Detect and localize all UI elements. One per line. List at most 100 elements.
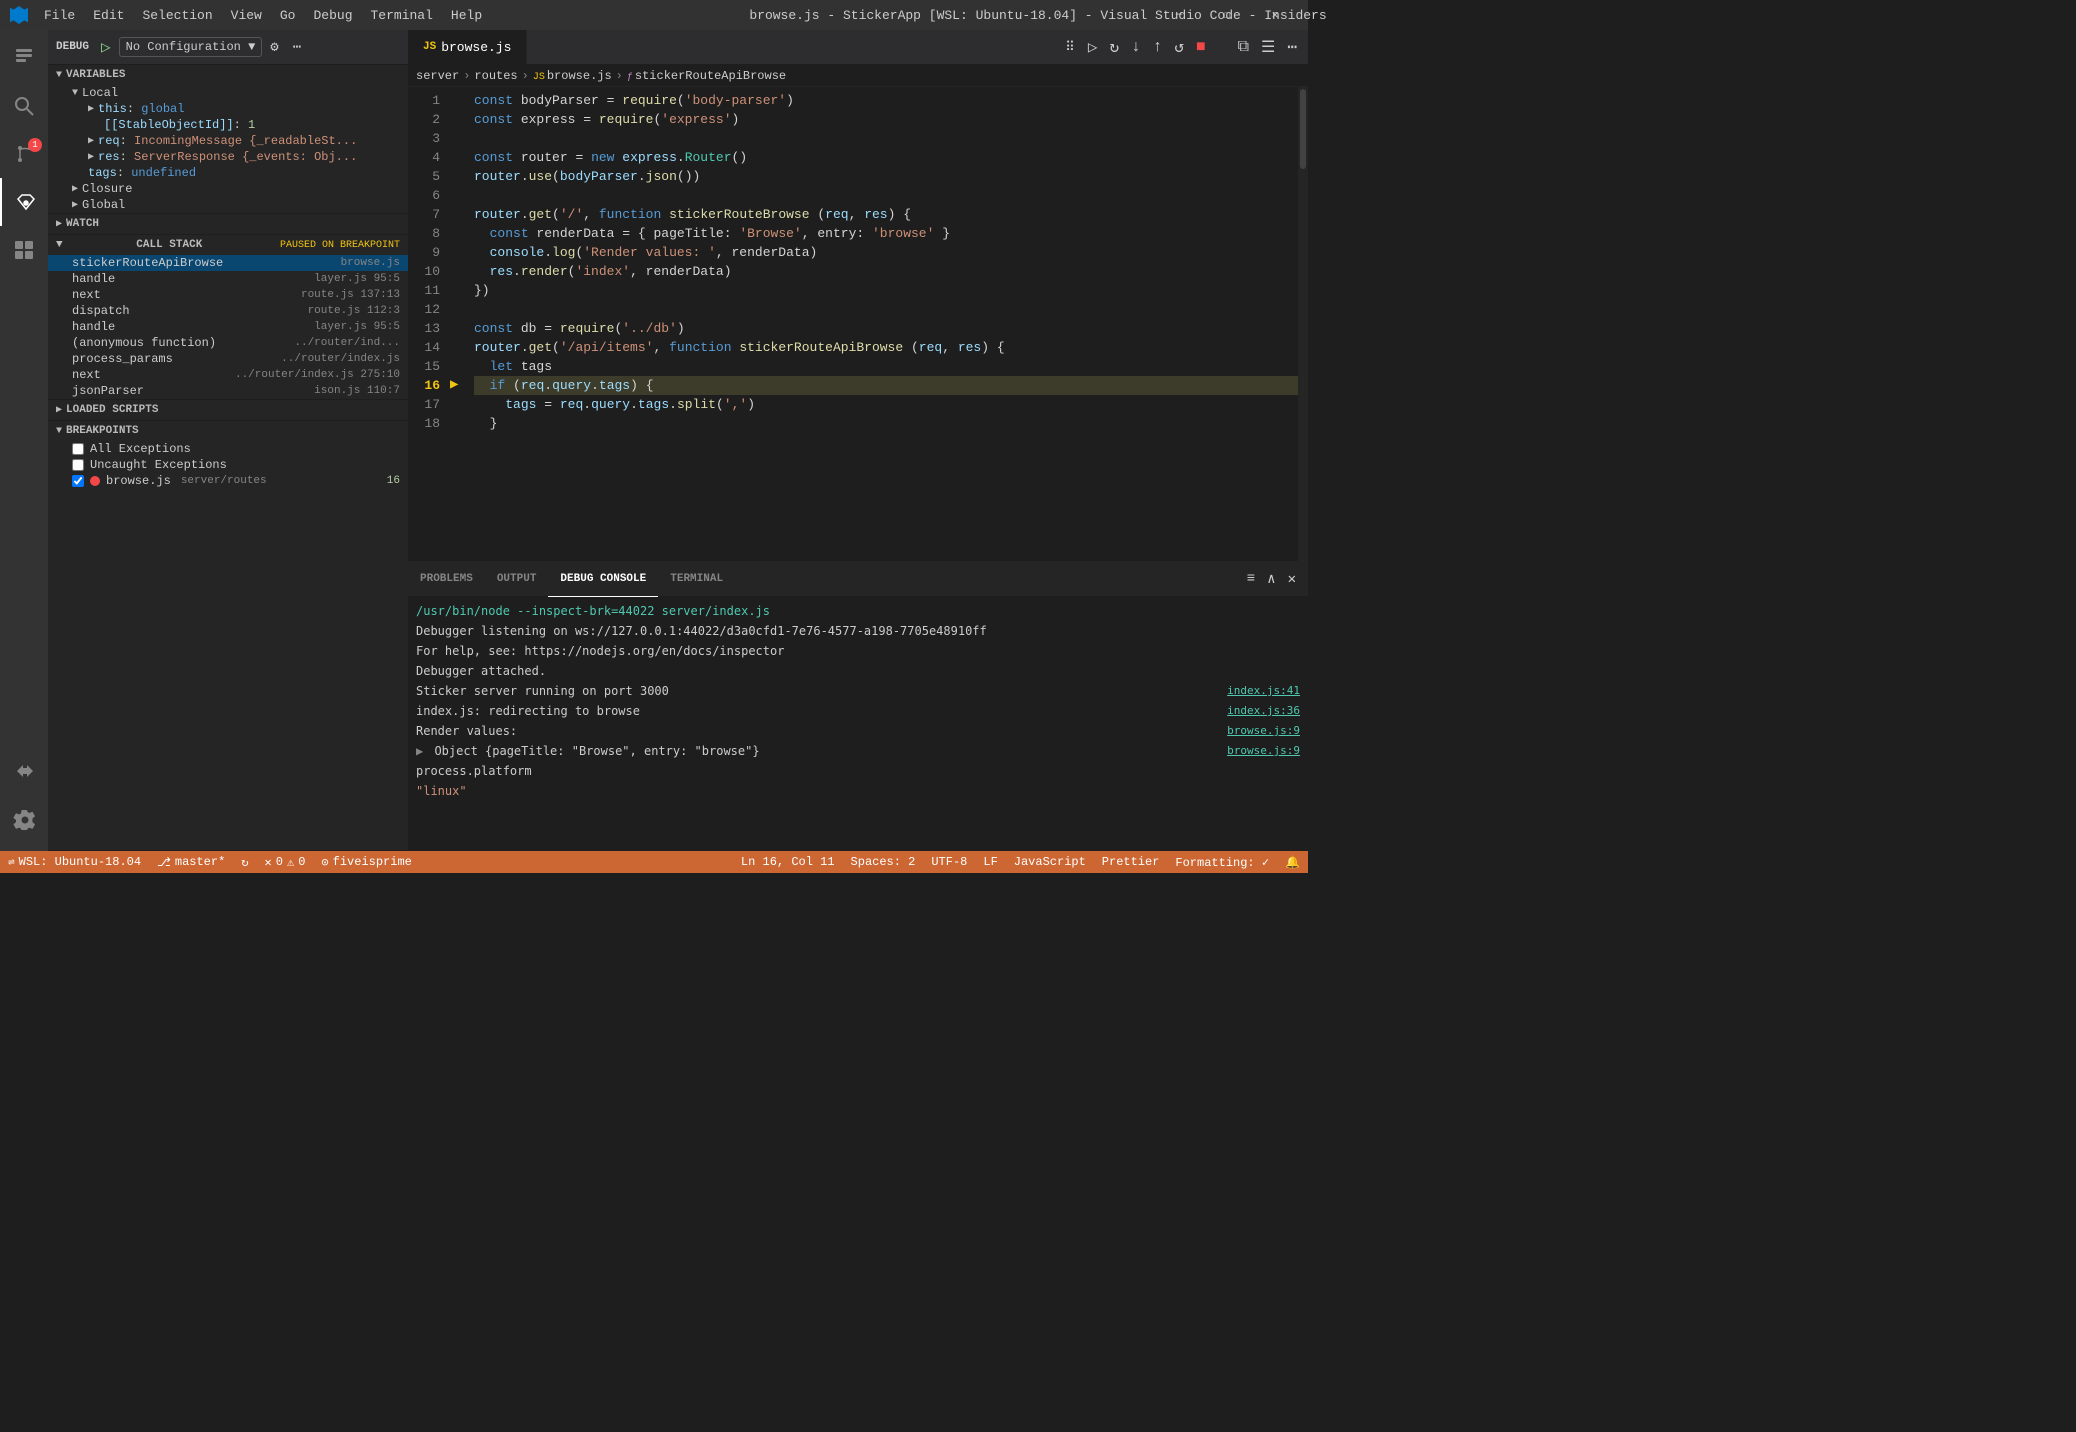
status-eol[interactable]: LF xyxy=(975,851,1005,873)
paused-badge: PAUSED ON BREAKPOINT xyxy=(280,240,400,251)
status-encoding[interactable]: UTF-8 xyxy=(923,851,975,873)
debug-continue-button[interactable]: ▷ xyxy=(1085,34,1101,60)
breadcrumb-function[interactable]: ƒstickerRouteApiBrowse xyxy=(627,69,786,83)
code-line-7: router.get('/', function stickerRouteBro… xyxy=(474,205,1298,224)
scrollbar-thumb[interactable] xyxy=(1300,89,1306,169)
menu-terminal[interactable]: Terminal xyxy=(363,6,441,25)
expand-icon[interactable]: ▶ xyxy=(416,744,423,758)
call-stack-item-2[interactable]: next route.js 137:13 xyxy=(48,287,408,303)
status-formatting[interactable]: Formatting: ✓ xyxy=(1167,851,1277,873)
menu-selection[interactable]: Selection xyxy=(134,6,220,25)
activity-extensions[interactable] xyxy=(0,226,48,274)
call-stack-section: ▼ CALL STACK PAUSED ON BREAKPOINT sticke… xyxy=(48,235,408,400)
status-position[interactable]: Ln 16, Col 11 xyxy=(733,851,843,873)
tab-debug-console[interactable]: DEBUG CONSOLE xyxy=(548,562,658,597)
debug-step-out-button[interactable]: ↑ xyxy=(1150,35,1166,59)
debug-config-dropdown[interactable]: No Configuration ▼ xyxy=(119,37,263,57)
error-icon: ✕ xyxy=(265,855,272,870)
debug-restart-button[interactable]: ↺ xyxy=(1171,34,1187,60)
call-stack-item-1[interactable]: handle layer.js 95:5 xyxy=(48,271,408,287)
more-actions-icon[interactable]: ⋯ xyxy=(1284,34,1300,60)
debug-start-button[interactable]: ▷ xyxy=(97,35,115,59)
variables-header[interactable]: ▼ VARIABLES xyxy=(48,65,408,85)
code-line-6 xyxy=(474,186,1298,205)
toggle-sidebar-icon[interactable]: ☰ xyxy=(1258,34,1278,60)
loaded-scripts-section: ▶ LOADED SCRIPTS xyxy=(48,400,408,421)
activity-debug[interactable] xyxy=(0,178,48,226)
collapse-panel-icon[interactable]: ∧ xyxy=(1263,569,1279,590)
editor-tab-browse-js[interactable]: JS browse.js xyxy=(408,30,527,65)
debug-step-into-button[interactable]: ↓ xyxy=(1128,35,1144,59)
var-tags[interactable]: tags: undefined xyxy=(48,165,408,181)
console-link-4[interactable]: index.js:41 xyxy=(1227,682,1300,700)
debug-console-content[interactable]: /usr/bin/node --inspect-brk=44022 server… xyxy=(408,597,1308,851)
status-wsl[interactable]: ⇌ WSL: Ubuntu-18.04 xyxy=(0,851,149,873)
activity-remote[interactable] xyxy=(0,747,48,795)
call-stack-item-3[interactable]: dispatch route.js 112:3 xyxy=(48,303,408,319)
loaded-scripts-header[interactable]: ▶ LOADED SCRIPTS xyxy=(48,400,408,420)
debug-more-icon[interactable]: ⋯ xyxy=(289,37,305,58)
call-stack-item-4[interactable]: handle layer.js 95:5 xyxy=(48,319,408,335)
tab-terminal[interactable]: TERMINAL xyxy=(658,562,735,597)
split-editor-icon[interactable]: ⧉ xyxy=(1235,35,1252,59)
closure-section[interactable]: ▶ Closure xyxy=(48,181,408,197)
drag-handle-icon: ⠿ xyxy=(1065,40,1075,55)
activity-git[interactable]: 1 xyxy=(0,130,48,178)
status-sync[interactable]: ↻ xyxy=(233,851,256,873)
breadcrumb-server[interactable]: server xyxy=(416,69,459,83)
var-stable-id[interactable]: [[StableObjectId]]: 1 xyxy=(48,117,408,133)
local-section[interactable]: ▼ Local xyxy=(48,85,408,101)
close-panel-icon[interactable]: ✕ xyxy=(1284,569,1300,590)
console-link-7[interactable]: browse.js:9 xyxy=(1227,742,1300,760)
menu-edit[interactable]: Edit xyxy=(85,6,132,25)
var-this[interactable]: ▶ this: global xyxy=(48,101,408,117)
breadcrumb-routes[interactable]: routes xyxy=(474,69,517,83)
console-link-6[interactable]: browse.js:9 xyxy=(1227,722,1300,740)
breakpoints-header[interactable]: ▼ BREAKPOINTS xyxy=(48,421,408,441)
bell-icon: 🔔 xyxy=(1285,855,1300,870)
var-req[interactable]: ▶ req: IncomingMessage {_readableSt... xyxy=(48,133,408,149)
debug-gutter: ▶ xyxy=(448,87,466,561)
editor-scrollbar[interactable] xyxy=(1298,87,1308,561)
menu-help[interactable]: Help xyxy=(443,6,490,25)
menu-go[interactable]: Go xyxy=(272,6,304,25)
call-stack-item-8[interactable]: jsonParser ison.js 110:7 xyxy=(48,383,408,399)
tab-problems[interactable]: PROBLEMS xyxy=(408,562,485,597)
status-formatter[interactable]: Prettier xyxy=(1094,851,1168,873)
global-section[interactable]: ▶ Global xyxy=(48,197,408,213)
bp-all-exceptions-check[interactable] xyxy=(72,443,84,455)
code-content[interactable]: const bodyParser = require('body-parser'… xyxy=(466,87,1298,561)
status-spaces[interactable]: Spaces: 2 xyxy=(843,851,924,873)
watch-header[interactable]: ▶ WATCH xyxy=(48,214,408,234)
status-branch[interactable]: ⎇ master* xyxy=(149,851,233,873)
tab-output[interactable]: OUTPUT xyxy=(485,562,549,597)
status-bell[interactable]: 🔔 xyxy=(1277,851,1308,873)
activity-settings[interactable] xyxy=(0,795,48,843)
debug-step-over-button[interactable]: ↻ xyxy=(1106,34,1122,60)
call-stack-item-5[interactable]: (anonymous function) ../router/ind... xyxy=(48,335,408,351)
status-right: Ln 16, Col 11 Spaces: 2 UTF-8 LF JavaScr… xyxy=(733,851,1308,873)
breadcrumb-file[interactable]: JSbrowse.js xyxy=(533,69,612,83)
call-stack-item-0[interactable]: stickerRouteApiBrowse browse.js xyxy=(48,255,408,271)
status-errors[interactable]: ✕ 0 ⚠ 0 xyxy=(257,851,314,873)
console-link-5[interactable]: index.js:36 xyxy=(1227,702,1300,720)
bp-uncaught-exceptions-check[interactable] xyxy=(72,459,84,471)
call-stack-item-7[interactable]: next ../router/index.js 275:10 xyxy=(48,367,408,383)
filter-icon[interactable]: ≡ xyxy=(1243,569,1259,589)
var-res[interactable]: ▶ res: ServerResponse {_events: Obj... xyxy=(48,149,408,165)
bp-browse-js-check[interactable] xyxy=(72,475,84,487)
call-stack-item-6[interactable]: process_params ../router/index.js xyxy=(48,351,408,367)
console-line-5: index.js: redirecting to browse index.js… xyxy=(408,701,1308,721)
debug-stop-button[interactable]: ■ xyxy=(1193,35,1209,59)
debug-gear-icon[interactable]: ⚙ xyxy=(266,37,282,58)
git-badge: 1 xyxy=(28,138,42,152)
menu-debug[interactable]: Debug xyxy=(305,6,360,25)
call-stack-header[interactable]: ▼ CALL STACK PAUSED ON BREAKPOINT xyxy=(48,235,408,255)
activity-explorer[interactable] xyxy=(0,34,48,82)
menu-view[interactable]: View xyxy=(223,6,270,25)
menu-file[interactable]: File xyxy=(36,6,83,25)
activity-search[interactable] xyxy=(0,82,48,130)
code-editor[interactable]: 1 2 3 4 5 6 7 8 9 10 11 12 13 14 15 16 1 xyxy=(408,87,1308,561)
status-language[interactable]: JavaScript xyxy=(1006,851,1094,873)
status-github[interactable]: ⊙ fiveisprime xyxy=(313,851,419,873)
